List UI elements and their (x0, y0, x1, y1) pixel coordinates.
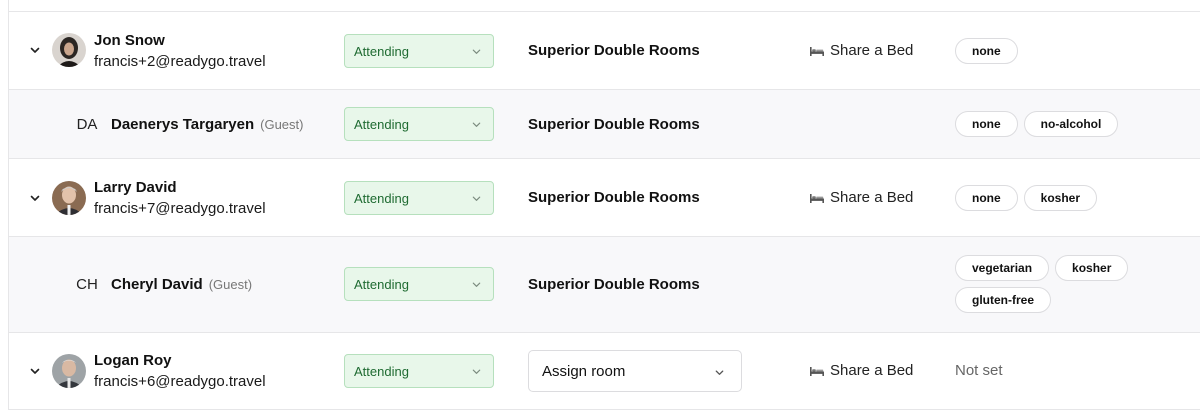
avatar (52, 354, 86, 388)
bed-option-button[interactable]: Share a Bed (809, 42, 913, 59)
chevron-down-icon (472, 282, 481, 287)
avatar (52, 33, 86, 67)
room-type: Superior Double Rooms (528, 189, 700, 206)
chevron-down-icon (472, 122, 481, 127)
guest-name: Daenerys Targaryen (Guest) (111, 116, 303, 133)
room-type: Superior Double Rooms (528, 116, 700, 133)
dietary-not-set: Not set (955, 362, 1003, 379)
bed-icon (810, 193, 824, 203)
attendee-email: francis+6@readygo.travel (94, 373, 266, 390)
dietary-tag: vegetarian (955, 255, 1050, 281)
dietary-tags: none (955, 38, 1195, 70)
table-row: Jon Snow francis+2@readygo.travel Attend… (9, 12, 1200, 90)
table-row: Larry David francis+7@readygo.travel Att… (9, 159, 1200, 237)
room-type: Superior Double Rooms (528, 42, 700, 59)
attendee-name: Logan Roy (94, 352, 172, 369)
dietary-tags: none no-alcohol (955, 111, 1195, 143)
table-row: Logan Roy francis+6@readygo.travel Atten… (9, 333, 1200, 410)
chevron-down-icon (30, 368, 40, 374)
attendance-status-select[interactable]: Attending (344, 181, 494, 215)
attendance-status-value: Attending (354, 117, 409, 132)
dietary-tag: kosher (1055, 255, 1129, 281)
table-row: DA Daenerys Targaryen (Guest) Attending S… (9, 90, 1200, 159)
attendee-table: Jon Snow francis+2@readygo.travel Attend… (8, 0, 1200, 410)
chevron-down-icon (472, 369, 481, 374)
guest-name: Cheryl David (Guest) (111, 276, 252, 293)
guest-name-text: Daenerys Targaryen (111, 116, 255, 133)
guest-initials-avatar: CH (76, 276, 98, 293)
assign-room-select[interactable]: Assign room (528, 350, 742, 392)
bed-icon (810, 366, 824, 376)
guest-initials-avatar: DA (76, 116, 98, 133)
expand-row-button[interactable] (27, 190, 43, 206)
attendance-status-value: Attending (354, 277, 409, 292)
dietary-tag: none (955, 111, 1018, 137)
dietary-tags: none kosher (955, 185, 1195, 217)
bed-option-button[interactable]: Share a Bed (809, 189, 913, 206)
chevron-down-icon (715, 370, 724, 375)
chevron-down-icon (30, 195, 40, 201)
expand-row-button[interactable] (27, 42, 43, 58)
guest-label: (Guest) (260, 117, 304, 132)
guest-name-text: Cheryl David (111, 276, 203, 293)
dietary-tag: none (955, 185, 1018, 211)
dietary-tag: no-alcohol (1023, 111, 1119, 137)
chevron-down-icon (472, 49, 481, 54)
attendee-email: francis+7@readygo.travel (94, 200, 266, 217)
bed-option-label: Share a Bed (830, 42, 914, 59)
dietary-tags: vegetarian kosher gluten-free (955, 255, 1195, 319)
attendance-status-value: Attending (354, 364, 409, 379)
chevron-down-icon (472, 196, 481, 201)
attendee-email: francis+2@readygo.travel (94, 53, 266, 70)
dietary-tag: gluten-free (955, 287, 1052, 313)
dietary-tag: kosher (1023, 185, 1098, 211)
chevron-down-icon (30, 47, 40, 53)
bed-option-button[interactable]: Share a Bed (809, 362, 913, 379)
bed-option-label: Share a Bed (830, 189, 914, 206)
attendee-name: Larry David (94, 179, 177, 196)
bed-option-label: Share a Bed (830, 362, 914, 379)
table-row: CH Cheryl David (Guest) Attending Superio… (9, 237, 1200, 333)
avatar (52, 181, 86, 215)
attendance-status-select[interactable]: Attending (344, 34, 494, 68)
guest-label: (Guest) (208, 277, 253, 292)
attendance-status-value: Attending (354, 44, 409, 59)
attendance-status-value: Attending (354, 191, 409, 206)
dietary-tag: none (955, 38, 1018, 64)
attendance-status-select[interactable]: Attending (344, 107, 494, 141)
expand-row-button[interactable] (27, 363, 43, 379)
room-type: Superior Double Rooms (528, 276, 700, 293)
attendance-status-select[interactable]: Attending (344, 354, 494, 388)
bed-icon (810, 46, 824, 56)
assign-room-placeholder: Assign room (542, 363, 626, 380)
attendee-name: Jon Snow (94, 32, 165, 49)
attendance-status-select[interactable]: Attending (344, 267, 494, 301)
